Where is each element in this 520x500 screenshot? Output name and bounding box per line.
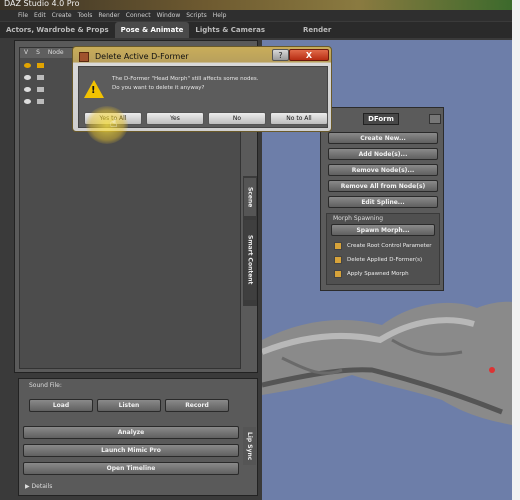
- open-timeline-button[interactable]: Open Timeline: [23, 462, 239, 475]
- warning-exclamation-icon: !: [91, 85, 96, 96]
- scene-row[interactable]: [24, 84, 44, 94]
- tab-pose-animate[interactable]: Pose & Animate: [114, 22, 190, 38]
- visibility-eye-icon[interactable]: [24, 98, 31, 104]
- page-margin: [512, 0, 520, 500]
- column-visible[interactable]: V: [24, 48, 28, 58]
- launch-mimic-pro-button[interactable]: Launch Mimic Pro: [23, 444, 239, 457]
- visibility-eye-icon[interactable]: [24, 62, 31, 68]
- app-title: DAZ Studio 4.0 Pro: [4, 0, 80, 8]
- dform-panel: DForm Create New... Add Node(s)... Remov…: [320, 107, 444, 291]
- help-button[interactable]: ?: [272, 49, 289, 61]
- tab-smart-content[interactable]: Smart Content: [244, 220, 256, 300]
- dialog-message-line2: Do you want to delete it anyway?: [112, 85, 205, 91]
- details-label: Details: [31, 483, 53, 490]
- spawn-morph-button[interactable]: Spawn Morph...: [331, 224, 435, 236]
- tab-scene[interactable]: Scene: [244, 178, 256, 216]
- node-icon: [37, 86, 44, 92]
- scene-row[interactable]: [24, 72, 44, 82]
- daz-studio-window: DAZ Studio 4.0 Pro File Edit Create Tool…: [0, 0, 512, 500]
- visibility-eye-icon[interactable]: [24, 74, 31, 80]
- node-icon: [37, 98, 44, 104]
- create-root-control-checkbox[interactable]: [334, 242, 342, 250]
- menu-tools[interactable]: Tools: [78, 10, 93, 21]
- create-new-button[interactable]: Create New...: [328, 132, 438, 144]
- figure-icon: [37, 62, 44, 68]
- listen-button[interactable]: Listen: [97, 399, 161, 412]
- close-button[interactable]: X: [289, 49, 329, 61]
- tab-dform[interactable]: DForm: [363, 113, 399, 125]
- delete-applied-dformers-label: Delete Applied D-Former(s): [347, 257, 423, 263]
- tab-actors-wardrobe-props[interactable]: Actors, Wardrobe & Props: [0, 22, 115, 38]
- room-tabs: Actors, Wardrobe & Props Pose & Animate …: [0, 22, 512, 38]
- tab-render[interactable]: Render: [297, 22, 337, 38]
- add-nodes-button[interactable]: Add Node(s)...: [328, 148, 438, 160]
- menu-connect[interactable]: Connect: [126, 10, 151, 21]
- menu-bar: File Edit Create Tools Render Connect Wi…: [0, 10, 512, 21]
- morph-spawning-label: Morph Spawning: [333, 215, 384, 222]
- panel-menu-icon[interactable]: [429, 114, 441, 124]
- dialog-title: Delete Active D-Former: [95, 52, 189, 61]
- menu-render[interactable]: Render: [98, 10, 119, 21]
- load-button[interactable]: Load: [29, 399, 93, 412]
- menu-file[interactable]: File: [18, 10, 28, 21]
- click-highlight: [86, 106, 128, 144]
- scene-side-tabs: Scene Smart Content: [243, 176, 257, 306]
- analyze-button[interactable]: Analyze: [23, 426, 239, 439]
- record-button[interactable]: Record: [165, 399, 229, 412]
- remove-nodes-button[interactable]: Remove Node(s)...: [328, 164, 438, 176]
- menu-create[interactable]: Create: [52, 10, 72, 21]
- scene-row[interactable]: [24, 60, 44, 70]
- tab-lights-cameras[interactable]: Lights & Cameras: [189, 22, 271, 38]
- column-selectable[interactable]: S: [36, 48, 40, 58]
- morph-spawning-group: Morph Spawning Spawn Morph... Create Roo…: [326, 213, 440, 285]
- title-bar: DAZ Studio 4.0 Pro: [0, 0, 512, 10]
- visibility-eye-icon[interactable]: [24, 86, 31, 92]
- lip-sync-panel: Sound File: Load Listen Record Analyze L…: [18, 378, 258, 496]
- apply-spawned-morph-label: Apply Spawned Morph: [347, 271, 409, 277]
- sound-file-label: Sound File:: [29, 382, 62, 389]
- dialog-message-line1: The D-Former "Head Morph" still affects …: [112, 76, 259, 82]
- apply-spawned-morph-checkbox[interactable]: [334, 270, 342, 278]
- no-to-all-button[interactable]: No to All: [270, 112, 328, 125]
- tab-lip-sync[interactable]: Lip Sync: [243, 427, 256, 465]
- details-toggle[interactable]: ▶ Details: [25, 483, 52, 490]
- remove-all-from-nodes-button[interactable]: Remove All from Node(s): [328, 180, 438, 192]
- app-icon: [79, 52, 89, 62]
- delete-applied-dformers-checkbox[interactable]: [334, 256, 342, 264]
- hand-cursor-icon: ☝: [110, 116, 118, 130]
- menu-help[interactable]: Help: [213, 10, 227, 21]
- scene-row[interactable]: [24, 96, 44, 106]
- column-node[interactable]: Node: [48, 48, 64, 58]
- edit-spline-button[interactable]: Edit Spline...: [328, 196, 438, 208]
- node-icon: [37, 74, 44, 80]
- yes-button[interactable]: Yes: [146, 112, 204, 125]
- create-root-control-label: Create Root Control Parameter: [347, 243, 432, 249]
- menu-edit[interactable]: Edit: [34, 10, 46, 21]
- menu-window[interactable]: Window: [157, 10, 181, 21]
- menu-scripts[interactable]: Scripts: [186, 10, 207, 21]
- no-button[interactable]: No: [208, 112, 266, 125]
